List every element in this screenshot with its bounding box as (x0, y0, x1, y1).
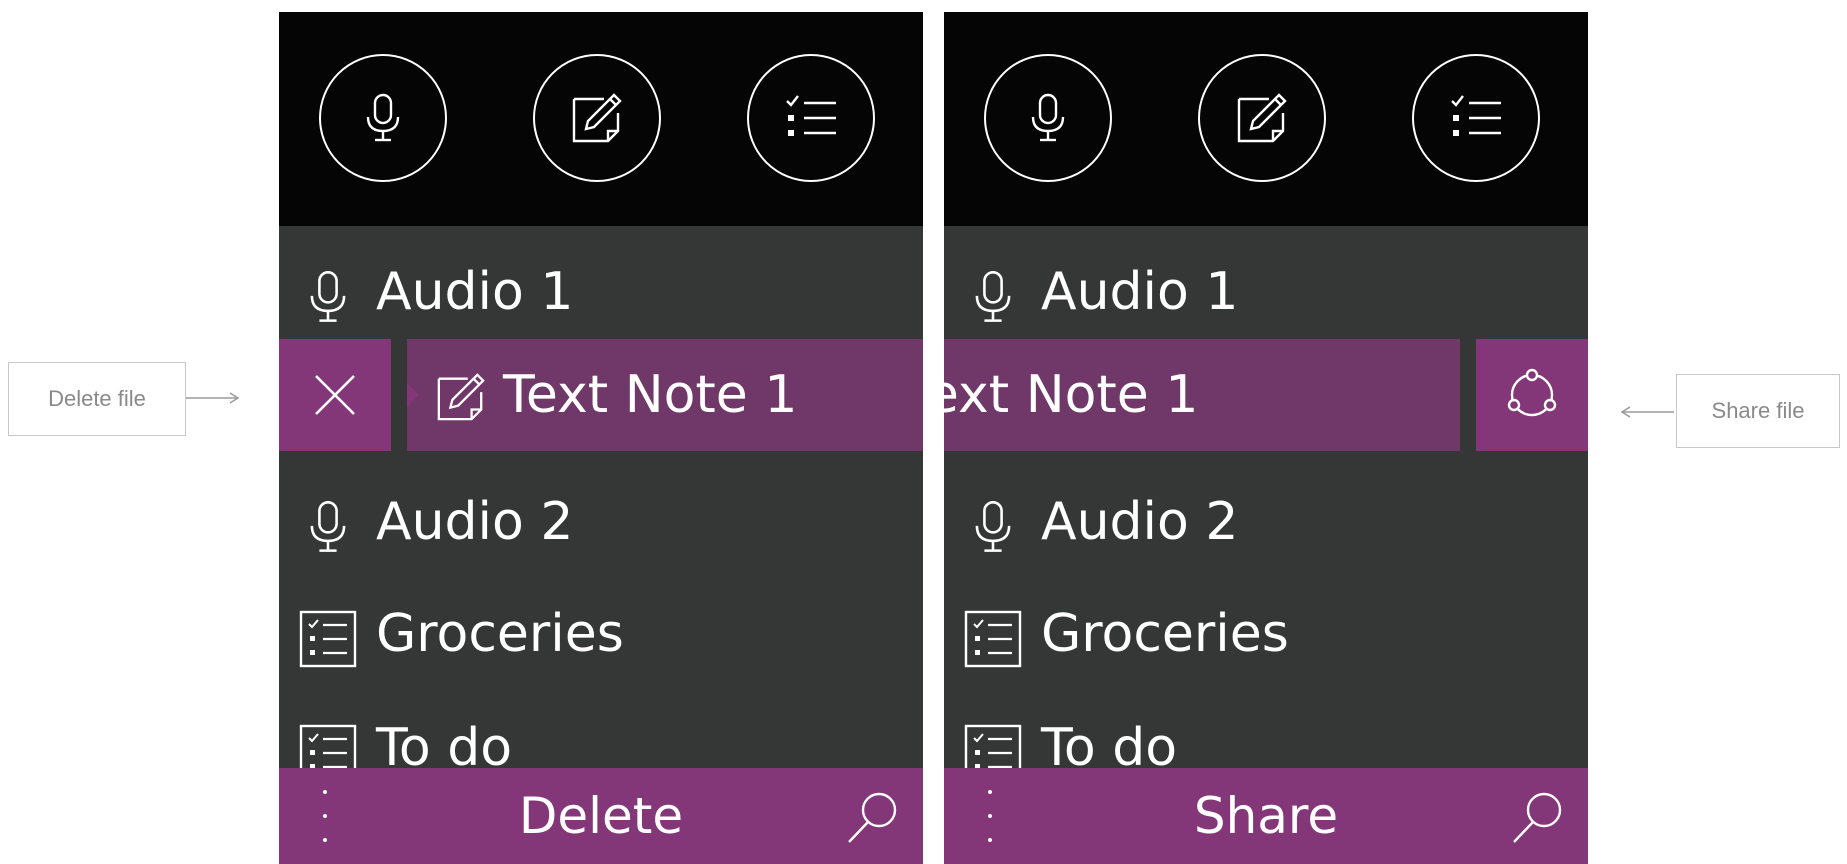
share-file-callout-text: Share file (1711, 398, 1805, 423)
search-icon[interactable] (1510, 790, 1566, 846)
microphone-icon (975, 501, 1011, 552)
list-item[interactable]: Audio 1 (944, 236, 1588, 348)
delete-file-callout: Delete file (8, 362, 186, 436)
swiped-list-item[interactable]: Text Note 1 (944, 339, 1588, 451)
list-item-label: Audio 2 (1041, 492, 1239, 552)
checklist-icon (1451, 95, 1501, 136)
new-text-note-button[interactable] (533, 54, 661, 182)
swiped-list-item[interactable]: Text Note 1 (279, 339, 923, 451)
note-pencil-icon (437, 373, 485, 421)
microphone-icon (310, 271, 346, 322)
record-audio-button[interactable] (319, 54, 447, 182)
slid-item-text-note[interactable]: Text Note 1 (407, 339, 923, 451)
checklist-icon (299, 610, 357, 668)
list-item-label: Audio 1 (1041, 262, 1239, 322)
list-item[interactable]: Audio 1 (279, 236, 923, 348)
delete-item-button[interactable] (279, 339, 391, 451)
list-item-label: Text Note 1 (503, 365, 798, 425)
list-item-label: Audio 2 (376, 492, 574, 552)
list-item-label: Groceries (1041, 604, 1289, 664)
app-bar-title: Share (1193, 787, 1339, 845)
list-item[interactable]: Groceries (279, 578, 923, 690)
phone-screen-delete: Audio 1 Text Note 1 Audio 2 Groceries To… (279, 12, 923, 864)
list-item[interactable]: Audio 2 (279, 466, 923, 578)
checklist-icon (786, 95, 836, 136)
app-bar: Share (944, 768, 1588, 864)
record-audio-button[interactable] (984, 54, 1112, 182)
list-item[interactable]: Groceries (944, 578, 1588, 690)
share-item-button[interactable] (1476, 339, 1588, 451)
share-file-callout: Share file (1676, 374, 1840, 448)
slid-item-text-note[interactable]: Text Note 1 (944, 339, 1460, 451)
list-item-label: Groceries (376, 604, 624, 664)
new-checklist-button[interactable] (1412, 54, 1540, 182)
search-icon[interactable] (845, 790, 901, 846)
new-text-note-button[interactable] (1198, 54, 1326, 182)
list-item-label: Text Note 1 (944, 365, 1199, 425)
share-callout-arrow (1620, 406, 1674, 418)
list-item[interactable]: Audio 2 (944, 466, 1588, 578)
microphone-icon (310, 501, 346, 552)
swipe-notch (407, 383, 419, 407)
quick-actions-bar (944, 12, 1588, 226)
list-item-label: Audio 1 (376, 262, 574, 322)
microphone-icon (1031, 93, 1065, 142)
microphone-icon (975, 271, 1011, 322)
note-pencil-icon (1237, 93, 1287, 143)
delete-file-callout-text: Delete file (48, 386, 146, 411)
new-checklist-button[interactable] (747, 54, 875, 182)
quick-actions-bar (279, 12, 923, 226)
share-icon (1507, 368, 1557, 417)
checklist-icon (964, 610, 1022, 668)
phone-screen-share: Audio 1 Text Note 1 Audio 2 (944, 12, 1588, 864)
app-bar-title: Delete (518, 787, 684, 845)
microphone-icon (366, 93, 400, 142)
close-icon (315, 375, 355, 415)
note-pencil-icon (572, 93, 622, 143)
delete-callout-arrow (186, 392, 240, 404)
app-bar: Delete (279, 768, 923, 864)
